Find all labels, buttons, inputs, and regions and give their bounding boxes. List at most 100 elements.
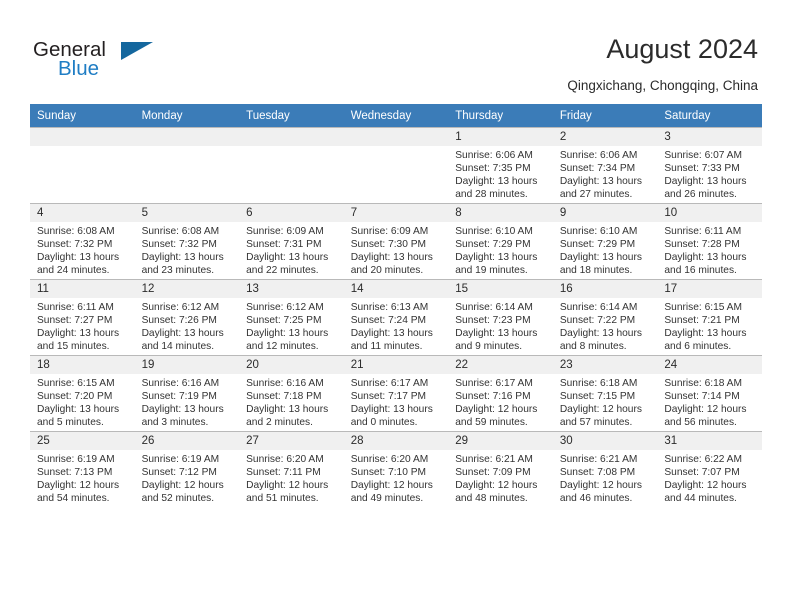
day-number: 9: [552, 204, 658, 222]
sunrise-time: Sunrise: 6:17 AM: [350, 378, 429, 389]
calendar-day-cell[interactable]: 27 Sunrise: 6:20 AM Sunset: 7:11 PM Dayligh…: [239, 431, 344, 507]
day-number: 22: [448, 356, 553, 374]
calendar-day-cell[interactable]: 3 Sunrise: 6:07 AM Sunset: 7:33 PM Daylight…: [657, 127, 762, 204]
calendar-day-cell[interactable]: 16 Sunrise: 6:14 AM Sunset: 7:22 PM Dayligh…: [552, 279, 658, 356]
calendar-day-cell[interactable]: 1 Sunrise: 6:06 AM Sunset: 7:35 PM Daylight…: [448, 127, 553, 204]
daylight-duration-line1: Daylight: 13 hours: [37, 404, 120, 416]
daylight-duration-line2: and 12 minutes.: [246, 341, 319, 353]
calendar-day-cell[interactable]: 9 Sunrise: 6:10 AM Sunset: 7:29 PM Daylight…: [552, 203, 658, 280]
calendar-day-cell[interactable]: 21 Sunrise: 6:17 AM Sunset: 7:17 PM Dayligh…: [343, 355, 449, 432]
sunset-time: Sunset: 7:08 PM: [559, 467, 636, 479]
sunset-time: Sunset: 7:13 PM: [37, 467, 113, 479]
calendar-day-cell[interactable]: 6 Sunrise: 6:09 AM Sunset: 7:31 PM Daylight…: [239, 203, 344, 280]
calendar-day-cell[interactable]: 11 Sunrise: 6:11 AM Sunset: 7:27 PM Dayligh…: [30, 279, 135, 356]
daylight-duration-line1: Daylight: 12 hours: [559, 404, 642, 416]
day-number: 30: [552, 432, 658, 450]
sunrise-time: Sunrise: 6:14 AM: [455, 302, 533, 313]
sunrise-time: Sunrise: 6:11 AM: [37, 302, 114, 313]
calendar-week-row: 1 Sunrise: 6:06 AM Sunset: 7:35 PM Daylight…: [30, 127, 762, 204]
calendar-day-cell[interactable]: 31 Sunrise: 6:22 AM Sunset: 7:07 PM Dayligh…: [657, 431, 762, 507]
daylight-duration-line1: Daylight: 13 hours: [37, 252, 120, 264]
calendar-day-cell[interactable]: 26 Sunrise: 6:19 AM Sunset: 7:12 PM Dayligh…: [134, 431, 240, 507]
general-blue-logo[interactable]: General Blue: [33, 38, 163, 86]
sunset-time: Sunset: 7:21 PM: [664, 315, 740, 327]
calendar-day-cell[interactable]: 28 Sunrise: 6:20 AM Sunset: 7:10 PM Dayligh…: [343, 431, 449, 507]
sunrise-time: Sunrise: 6:08 AM: [141, 226, 220, 237]
day-details: Sunrise: 6:14 AM Sunset: 7:23 PM Daylight:…: [448, 298, 553, 353]
daylight-duration-line2: and 2 minutes.: [246, 417, 313, 429]
sunrise-time: Sunrise: 6:22 AM: [664, 454, 742, 465]
daylight-duration-line2: and 57 minutes.: [559, 417, 633, 429]
calendar-day-cell[interactable]: 14 Sunrise: 6:13 AM Sunset: 7:24 PM Dayligh…: [343, 279, 449, 356]
calendar-day-cell[interactable]: 7 Sunrise: 6:09 AM Sunset: 7:30 PM Daylight…: [343, 203, 449, 280]
calendar-day-cell[interactable]: 17 Sunrise: 6:15 AM Sunset: 7:21 PM Dayligh…: [657, 279, 762, 356]
calendar-day-cell[interactable]: 4 Sunrise: 6:08 AM Sunset: 7:32 PM Daylight…: [30, 203, 135, 280]
sunset-time: Sunset: 7:29 PM: [559, 239, 636, 251]
sunset-time: Sunset: 7:22 PM: [559, 315, 636, 327]
calendar-week-row: 4 Sunrise: 6:08 AM Sunset: 7:32 PM Daylight…: [30, 203, 762, 280]
daylight-duration-line2: and 11 minutes.: [350, 341, 423, 353]
calendar-day-cell[interactable]: 29 Sunrise: 6:21 AM Sunset: 7:09 PM Dayligh…: [448, 431, 553, 507]
daylight-duration-line1: Daylight: 12 hours: [664, 404, 747, 416]
day-number: 31: [657, 432, 762, 450]
calendar-day-cell[interactable]: 22 Sunrise: 6:17 AM Sunset: 7:16 PM Dayligh…: [448, 355, 553, 432]
sunrise-time: Sunrise: 6:15 AM: [664, 302, 742, 313]
calendar-day-cell[interactable]: 19 Sunrise: 6:16 AM Sunset: 7:19 PM Dayligh…: [134, 355, 240, 432]
daylight-duration-line1: Daylight: 13 hours: [559, 176, 642, 188]
calendar-day-cell[interactable]: 30 Sunrise: 6:21 AM Sunset: 7:08 PM Dayligh…: [552, 431, 658, 507]
daylight-duration-line1: Daylight: 12 hours: [141, 480, 224, 492]
day-details: Sunrise: 6:06 AM Sunset: 7:35 PM Daylight:…: [448, 146, 553, 201]
day-number: 27: [239, 432, 344, 450]
daylight-duration-line2: and 16 minutes.: [664, 265, 737, 277]
daylight-duration-line1: Daylight: 13 hours: [664, 328, 747, 340]
day-number: 2: [552, 128, 658, 146]
daylight-duration-line2: and 26 minutes.: [664, 189, 737, 201]
calendar-day-cell[interactable]: 18 Sunrise: 6:15 AM Sunset: 7:20 PM Dayligh…: [30, 355, 135, 432]
sunrise-time: Sunrise: 6:20 AM: [246, 454, 324, 465]
daylight-duration-line2: and 0 minutes.: [350, 417, 418, 429]
daylight-duration-line1: Daylight: 13 hours: [559, 252, 642, 264]
sunrise-time: Sunrise: 6:15 AM: [37, 378, 115, 389]
day-details: Sunrise: 6:19 AM Sunset: 7:12 PM Daylight:…: [135, 450, 240, 505]
calendar-day-cell[interactable]: 5 Sunrise: 6:08 AM Sunset: 7:32 PM Daylight…: [134, 203, 240, 280]
calendar-cell-empty: [134, 127, 240, 204]
day-number: 12: [134, 280, 240, 298]
day-details: Sunrise: 6:17 AM Sunset: 7:16 PM Daylight:…: [448, 374, 553, 429]
daylight-duration-line2: and 49 minutes.: [350, 493, 424, 505]
calendar-day-cell[interactable]: 2 Sunrise: 6:06 AM Sunset: 7:34 PM Daylight…: [552, 127, 658, 204]
calendar-day-cell[interactable]: 8 Sunrise: 6:10 AM Sunset: 7:29 PM Daylight…: [448, 203, 553, 280]
calendar-day-cell[interactable]: 25 Sunrise: 6:19 AM Sunset: 7:13 PM Dayligh…: [30, 431, 135, 507]
day-number: 15: [448, 280, 553, 298]
daylight-duration-line2: and 19 minutes.: [455, 265, 528, 277]
daylight-duration-line2: and 20 minutes.: [350, 265, 424, 277]
day-details: Sunrise: 6:20 AM Sunset: 7:11 PM Daylight:…: [239, 450, 344, 505]
sunrise-time: Sunrise: 6:10 AM: [559, 226, 638, 237]
calendar-day-cell[interactable]: 23 Sunrise: 6:18 AM Sunset: 7:15 PM Dayligh…: [552, 355, 658, 432]
sunrise-time: Sunrise: 6:09 AM: [350, 226, 429, 237]
daylight-duration-line2: and 18 minutes.: [559, 265, 633, 277]
sunset-time: Sunset: 7:12 PM: [141, 467, 217, 479]
day-details: Sunrise: 6:09 AM Sunset: 7:31 PM Daylight:…: [239, 222, 344, 277]
daylight-duration-line2: and 46 minutes.: [559, 493, 633, 505]
calendar-day-cell[interactable]: 15 Sunrise: 6:14 AM Sunset: 7:23 PM Dayligh…: [448, 279, 553, 356]
day-number: 8: [448, 204, 553, 222]
sunrise-time: Sunrise: 6:18 AM: [559, 378, 638, 389]
daylight-duration-line2: and 52 minutes.: [141, 493, 215, 505]
day-number: 7: [343, 204, 449, 222]
daylight-duration-line2: and 44 minutes.: [664, 493, 737, 505]
day-number: 5: [134, 204, 240, 222]
calendar-day-cell[interactable]: 12 Sunrise: 6:12 AM Sunset: 7:26 PM Dayligh…: [134, 279, 240, 356]
calendar-day-cell[interactable]: 10 Sunrise: 6:11 AM Sunset: 7:28 PM Dayligh…: [657, 203, 762, 280]
day-details: Sunrise: 6:18 AM Sunset: 7:14 PM Daylight:…: [657, 374, 762, 429]
day-details: Sunrise: 6:12 AM Sunset: 7:26 PM Daylight:…: [135, 298, 240, 353]
daylight-duration-line2: and 51 minutes.: [246, 493, 319, 505]
day-number: 18: [30, 356, 135, 374]
calendar-day-cell[interactable]: 24 Sunrise: 6:18 AM Sunset: 7:14 PM Dayligh…: [657, 355, 762, 432]
day-details: Sunrise: 6:10 AM Sunset: 7:29 PM Daylight:…: [448, 222, 553, 277]
day-number: 19: [134, 356, 240, 374]
weekday-header-monday: Monday: [134, 104, 240, 128]
calendar-day-cell[interactable]: 13 Sunrise: 6:12 AM Sunset: 7:25 PM Dayligh…: [239, 279, 344, 356]
calendar-day-cell[interactable]: 20 Sunrise: 6:16 AM Sunset: 7:18 PM Dayligh…: [239, 355, 344, 432]
daylight-duration-line1: Daylight: 13 hours: [246, 252, 329, 264]
daylight-duration-line1: Daylight: 12 hours: [350, 480, 433, 492]
